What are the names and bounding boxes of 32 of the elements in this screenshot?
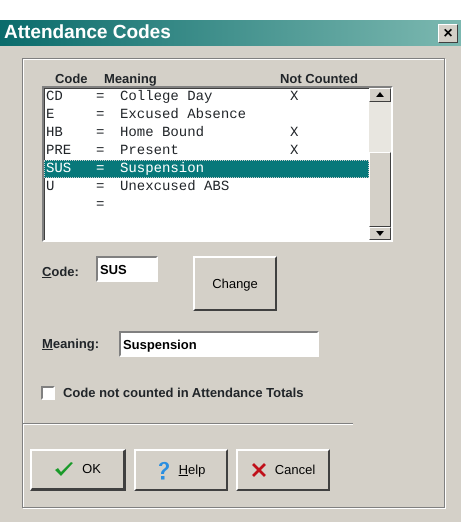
- scroll-down-button[interactable]: [369, 226, 391, 240]
- field-label: Meaning:: [42, 335, 100, 354]
- change-button[interactable]: Change: [193, 256, 277, 311]
- column-header: Code: [54, 70, 88, 86]
- scrollbar[interactable]: [369, 88, 391, 240]
- field-label: Code:: [42, 263, 80, 281]
- cross-icon: [250, 462, 267, 478]
- down-arrow-icon: [376, 230, 384, 236]
- scroll-thumb[interactable]: [369, 152, 391, 226]
- list-row[interactable]: E = Excused Absence: [44, 106, 369, 124]
- list-row[interactable]: HB = Home Bound X: [44, 124, 369, 142]
- question-mark-icon: [156, 460, 171, 480]
- column-header: Meaning: [104, 70, 158, 86]
- checkbox-label: Code not counted in Attendance Totals: [63, 384, 304, 402]
- column-header: Not Counted: [280, 70, 359, 86]
- check-icon: [54, 461, 74, 477]
- cancel-button[interactable]: Cancel: [236, 448, 330, 490]
- close-button[interactable]: ×: [438, 24, 458, 42]
- list-row[interactable]: U = Unexcused ABS: [44, 178, 369, 196]
- up-arrow-icon: [376, 92, 384, 98]
- help-button[interactable]: Help: [134, 448, 228, 490]
- checkbox[interactable]: [41, 386, 55, 400]
- window-title: Attendance Codes: [4, 20, 171, 45]
- ok-button[interactable]: OK: [30, 448, 126, 490]
- code-list[interactable]: CD = College Day X E = Excused Absence HB = Home Bound X PRE = Present X SUS = Suspension U = Unexcused ABS =: [42, 86, 393, 242]
- list-row[interactable]: CD = College Day X: [44, 88, 369, 106]
- code-field[interactable]: SUS: [96, 256, 158, 282]
- list-row[interactable]: =: [44, 196, 369, 214]
- scroll-up-button[interactable]: [369, 88, 391, 102]
- meaning-field[interactable]: Suspension: [119, 331, 319, 357]
- list-row[interactable]: PRE = Present X: [44, 142, 369, 160]
- list-row[interactable]: SUS = Suspension: [44, 160, 369, 178]
